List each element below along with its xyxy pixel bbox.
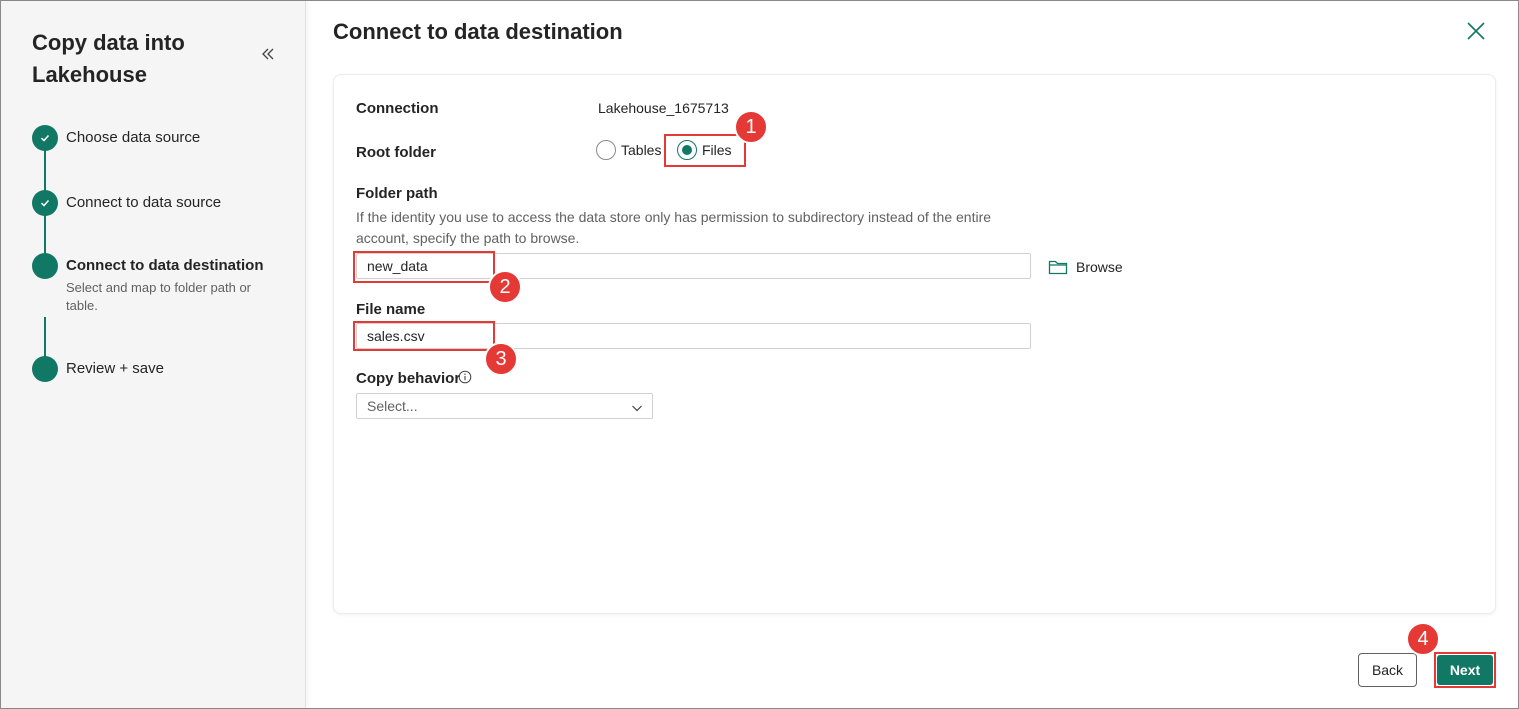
close-button[interactable] [1463, 20, 1489, 46]
file-name-label: File name [356, 301, 426, 318]
callout-badge-2: 2 [488, 270, 522, 304]
folder-path-label: Folder path [356, 185, 438, 202]
callout-badge-3: 3 [484, 342, 518, 376]
page-title: Connect to data destination [333, 19, 623, 44]
radio-circle-checked [677, 140, 697, 160]
chevron-down-icon [631, 401, 643, 417]
radio-circle [596, 140, 616, 160]
root-folder-label: Root folder [356, 144, 436, 161]
radio-files-label: Files [702, 142, 732, 158]
callout-badge-4: 4 [1406, 622, 1440, 656]
step-label: Connect to data destination [66, 257, 264, 274]
step-description: Select and map to folder path or table. [66, 280, 252, 313]
wizard-sidebar: Copy data into Lakehouse Choose data sou… [1, 1, 306, 708]
checkmark-icon [32, 190, 58, 216]
connection-label: Connection [356, 100, 439, 117]
double-chevron-left-icon [261, 47, 275, 66]
browse-label: Browse [1076, 259, 1123, 275]
step-label: Choose data source [66, 129, 201, 146]
radio-files[interactable]: Files [677, 140, 732, 160]
copy-behavior-label: Copy behavior [356, 370, 461, 387]
radio-tables-label: Tables [621, 142, 662, 158]
copy-behavior-dropdown[interactable]: Select... [356, 393, 653, 419]
folder-icon [1048, 259, 1068, 275]
checkmark-icon [32, 125, 58, 151]
browse-button[interactable]: Browse [1048, 256, 1123, 278]
step-connector [44, 317, 46, 359]
collapse-sidebar-button[interactable] [255, 43, 281, 69]
next-button[interactable]: Next [1437, 655, 1493, 685]
sidebar-title: Copy data into Lakehouse [32, 30, 185, 87]
step-label: Review + save [66, 360, 164, 377]
connection-value: Lakehouse_1675713 [598, 100, 729, 116]
close-icon [1466, 21, 1486, 46]
folder-path-helper-text: If the identity you use to access the da… [356, 209, 992, 246]
callout-badge-1: 1 [734, 110, 768, 144]
file-name-input[interactable]: sales.csv [356, 323, 1031, 349]
info-icon[interactable] [458, 370, 472, 384]
pending-step-indicator [32, 356, 58, 382]
current-step-indicator [32, 253, 58, 279]
step-label: Connect to data source [66, 194, 222, 211]
radio-tables[interactable]: Tables [596, 140, 661, 160]
copy-behavior-placeholder: Select... [367, 398, 418, 414]
folder-path-input[interactable]: new_data [356, 253, 1031, 279]
back-button[interactable]: Back [1358, 653, 1417, 687]
step-connector [44, 149, 46, 194]
